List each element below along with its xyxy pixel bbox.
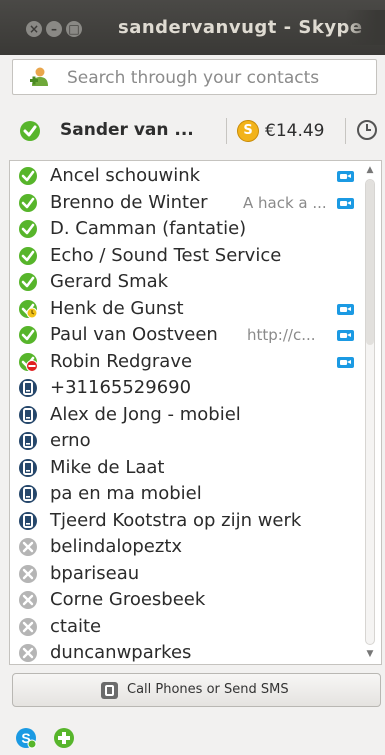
contact-row[interactable]: Alex de Jong - mobiel: [10, 402, 360, 428]
phone-status-icon: [18, 405, 38, 425]
scrollbar-thumb[interactable]: [366, 180, 374, 345]
contact-name: pa en ma mobiel: [50, 483, 202, 504]
contact-mood: A hack a ...: [243, 193, 327, 212]
contact-name: Robin Redgrave: [50, 350, 193, 372]
video-call-icon: [337, 197, 354, 209]
contact-name: +31165529690: [50, 377, 192, 398]
offline-status-icon: [18, 643, 38, 663]
contact-row[interactable]: duncanwparkes: [10, 640, 360, 664]
contact-row[interactable]: Gerard Smak: [10, 269, 360, 295]
online-status-icon: [18, 272, 38, 292]
offline-status-icon: [18, 590, 38, 610]
offline-status-icon: [18, 617, 38, 637]
video-call-icon: [337, 330, 354, 341]
contact-name: Henk de Gunst: [50, 297, 184, 319]
contact-list[interactable]: Ancel schouwink Brenno de Winter A hack a …: [9, 160, 382, 665]
online-status-icon: [18, 219, 38, 239]
contact-name: Gerard Smak: [50, 271, 169, 292]
maximize-icon: □: [68, 22, 80, 36]
search-input[interactable]: [65, 64, 369, 92]
contact-row[interactable]: bpariseau: [10, 561, 360, 587]
contact-row[interactable]: belindalopeztx: [10, 534, 360, 560]
profile-name[interactable]: Sander van ...: [60, 120, 194, 140]
phone-status-icon: [18, 484, 38, 504]
online-status-icon: [18, 193, 38, 213]
contact-name: Mike de Laat: [50, 456, 165, 478]
contact-row[interactable]: Echo / Sound Test Service: [10, 243, 360, 269]
contact-name: Ancel schouwink: [50, 165, 201, 186]
search-box[interactable]: [12, 59, 377, 95]
contact-row[interactable]: Corne Groesbeek: [10, 587, 360, 613]
contact-row[interactable]: Brenno de Winter A hack a ...: [10, 190, 360, 216]
close-icon: ×: [28, 22, 40, 36]
dnd-status-icon: [18, 352, 38, 372]
phone-status-icon: [18, 431, 38, 451]
contact-mood: http://c...: [247, 326, 316, 344]
contact-name: bpariseau: [50, 562, 140, 584]
title-bar: × – □ sandervanvugt - Skype: [0, 0, 385, 55]
online-status-icon: [18, 166, 38, 186]
contact-name: belindalopeztx: [50, 536, 183, 557]
video-call-icon: [337, 356, 354, 368]
contact-name: duncanwparkes: [50, 642, 192, 663]
contact-name: D. Camman (fantatie): [50, 218, 247, 239]
video-call-icon: [337, 171, 354, 182]
contact-row[interactable]: Paul van Oostveen http://c...: [10, 322, 360, 348]
away-status-icon: [18, 299, 38, 319]
phone-icon: [101, 682, 118, 699]
online-status-icon: [18, 246, 38, 266]
contact-name: Alex de Jong - mobiel: [50, 403, 241, 425]
contact-list-scrollbar[interactable]: ▲ ▼: [362, 165, 378, 660]
scroll-down-icon[interactable]: ▼: [365, 649, 375, 659]
contact-name: ctaite: [50, 615, 102, 637]
contact-row[interactable]: Robin Redgrave: [10, 349, 360, 375]
contact-row[interactable]: erno: [10, 428, 360, 454]
contact-name: Corne Groesbeek: [50, 589, 206, 610]
online-status-icon: [18, 325, 38, 345]
window-title: sandervanvugt - Skype: [118, 17, 363, 38]
add-contact-icon[interactable]: [53, 727, 75, 749]
offline-status-icon: [18, 537, 38, 557]
scroll-up-icon[interactable]: ▲: [365, 165, 375, 175]
skype-credit-icon[interactable]: S: [237, 120, 259, 142]
phone-status-icon: [18, 378, 38, 398]
minimize-icon: –: [51, 22, 57, 36]
online-status-icon[interactable]: [19, 120, 41, 142]
contact-row[interactable]: Henk de Gunst: [10, 296, 360, 322]
call-phones-label: Call Phones or Send SMS: [127, 682, 289, 697]
contact-name: erno: [50, 430, 91, 451]
contact-row[interactable]: pa en ma mobiel: [10, 481, 360, 507]
divider: [345, 118, 346, 144]
maximize-window-button[interactable]: □: [66, 21, 82, 37]
credit-balance[interactable]: €14.49: [265, 121, 324, 141]
add-contact-search-icon: [30, 67, 48, 86]
contact-row[interactable]: Ancel schouwink: [10, 163, 360, 189]
minimize-window-button[interactable]: –: [46, 21, 62, 37]
phone-status-icon: [18, 511, 38, 531]
divider: [226, 118, 227, 144]
skype-status-icon[interactable]: S: [15, 727, 37, 749]
contact-row[interactable]: D. Camman (fantatie): [10, 216, 360, 242]
phone-status-icon: [18, 458, 38, 478]
history-clock-icon[interactable]: [357, 120, 377, 140]
offline-status-icon: [18, 564, 38, 584]
contact-row[interactable]: Tjeerd Kootstra op zijn werk: [10, 508, 360, 534]
contact-row[interactable]: Mike de Laat: [10, 455, 360, 481]
call-phones-button[interactable]: Call Phones or Send SMS: [12, 673, 381, 707]
close-window-button[interactable]: ×: [26, 21, 42, 37]
contact-row[interactable]: +31165529690: [10, 375, 360, 401]
contact-name: Paul van Oostveen: [50, 324, 218, 345]
profile-bar: Sander van ... S €14.49: [0, 112, 385, 152]
contact-name: Tjeerd Kootstra op zijn werk: [50, 509, 302, 531]
contact-name: Brenno de Winter: [50, 191, 208, 213]
video-call-icon: [337, 303, 354, 315]
contact-name: Echo / Sound Test Service: [50, 244, 282, 266]
contact-row[interactable]: ctaite: [10, 614, 360, 640]
